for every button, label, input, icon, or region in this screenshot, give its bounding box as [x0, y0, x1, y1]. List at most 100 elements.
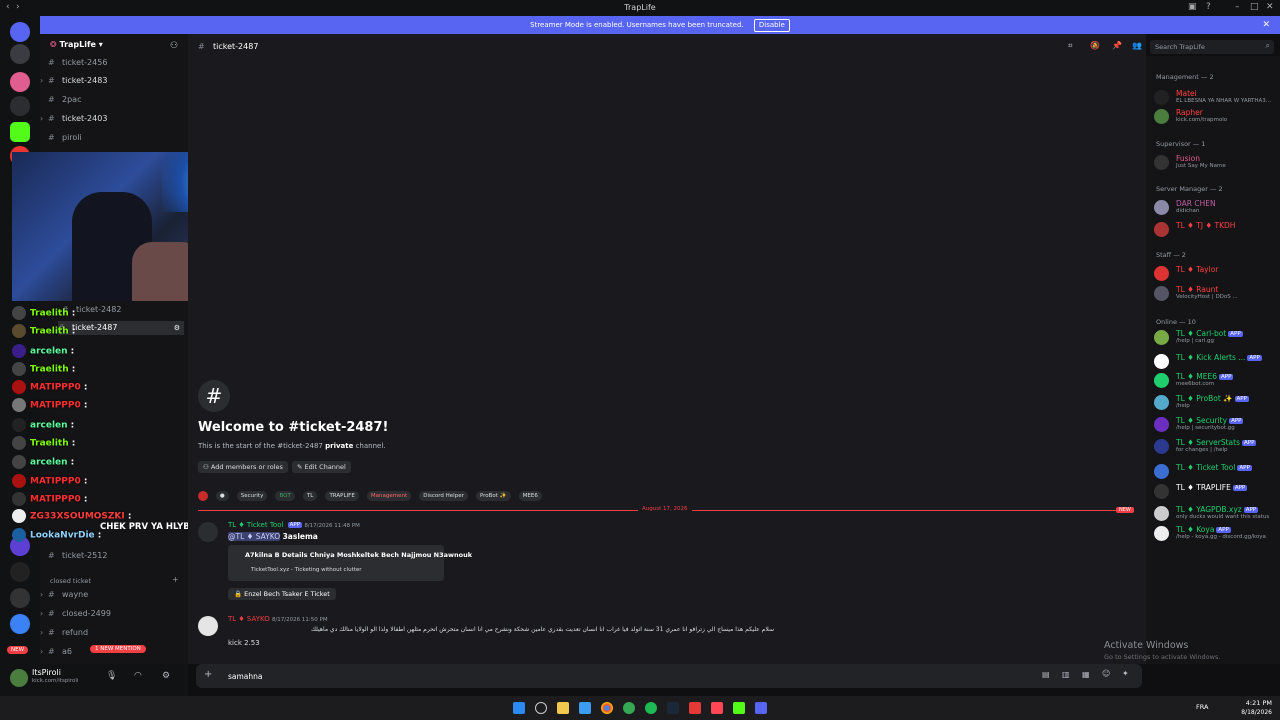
avatar[interactable] [1154, 330, 1169, 345]
back-icon[interactable]: ‹ [6, 2, 10, 12]
emoji-icon[interactable]: ☺ [1102, 669, 1110, 678]
browser-icon[interactable] [623, 702, 635, 714]
channel-item[interactable]: # ticket-2482 [62, 303, 197, 317]
close-ticket-button[interactable]: 🔒 Enzel Bech Tsaker E Ticket [228, 588, 336, 600]
role-pill[interactable]: Security [236, 491, 268, 501]
role-pill[interactable]: TL [302, 491, 318, 501]
search-input[interactable]: Search TrapLife [1155, 43, 1205, 51]
message-author[interactable]: TL ♦ Ticket Tool APP 8/17/2026 11:48 PM [228, 521, 360, 529]
clock-date[interactable]: 8/18/2026 [1236, 709, 1272, 716]
avatar[interactable] [1154, 109, 1169, 124]
role-pill[interactable]: ProBot ✨ [475, 491, 511, 501]
member-item[interactable]: TL ♦ Taylor [1154, 264, 1278, 282]
server-icon[interactable] [10, 562, 30, 582]
member-item[interactable]: TL ♦ Kick Alerts ... APP [1154, 352, 1278, 370]
member-item[interactable]: TL ♦ Security APP/help | securitybot.gg [1154, 415, 1278, 433]
help-icon[interactable]: ? [1206, 2, 1211, 12]
pin-icon[interactable]: 📌 [1112, 41, 1122, 50]
steam-icon[interactable] [667, 702, 679, 714]
channel-settings-icon[interactable]: ⚙ [174, 321, 180, 335]
avatar[interactable] [1154, 155, 1169, 170]
role-pill[interactable] [198, 491, 208, 501]
apps-icon[interactable]: ✦ [1122, 669, 1129, 678]
role-pill[interactable]: ● [215, 491, 229, 501]
channel-item[interactable]: # ticket-2512 [48, 549, 183, 563]
avatar[interactable] [1154, 354, 1169, 369]
settings-gear-icon[interactable]: ⚙ [162, 671, 170, 681]
channel-item[interactable]: # ticket-2456 [48, 56, 183, 70]
new-mention-badge[interactable]: 1 NEW MENTION [90, 645, 146, 653]
avatar[interactable] [1154, 506, 1169, 521]
member-item[interactable]: TL ♦ ProBot ✨ APP/help [1154, 393, 1278, 411]
disable-streamer-button[interactable]: Disable [753, 19, 790, 32]
kick-icon[interactable] [733, 702, 745, 714]
threads-icon[interactable]: ⌗ [1068, 41, 1073, 51]
attach-plus-icon[interactable]: + [204, 669, 212, 680]
channel-item[interactable]: # piroli [48, 131, 183, 145]
message-author[interactable]: TL ♦ SAYKO 8/17/2026 11:50 PM [228, 615, 328, 623]
minimize-icon[interactable]: – [1235, 2, 1240, 12]
file-explorer-icon[interactable] [557, 702, 569, 714]
server-icon[interactable] [10, 44, 30, 64]
role-pill[interactable]: BOT [275, 491, 295, 501]
add-members-button[interactable]: ⚇ Add members or roles [198, 461, 288, 473]
app-icon[interactable] [689, 702, 701, 714]
microphone-icon[interactable]: 🎙 [106, 671, 117, 681]
member-item[interactable]: TL ♦ Carl-bot APP/help | carl.gg [1154, 328, 1278, 346]
avatar[interactable] [1154, 526, 1169, 541]
close-banner-icon[interactable]: ✕ [1262, 16, 1270, 34]
gift-icon[interactable]: ▤ [1042, 670, 1050, 679]
role-pill[interactable]: TRAPLIFE [325, 491, 359, 501]
server-icon[interactable] [10, 588, 30, 608]
channel-item[interactable]: #closed-2499 [40, 607, 183, 621]
avatar[interactable] [1154, 286, 1169, 301]
server-icon[interactable] [10, 614, 30, 634]
member-item[interactable]: Fusion Just Say My Name [1154, 153, 1278, 171]
chrome-icon[interactable] [601, 702, 613, 714]
role-pill[interactable]: Management [366, 491, 412, 501]
avatar[interactable] [1154, 395, 1169, 410]
channel-item[interactable]: #ticket-2483 [40, 74, 183, 88]
member-item[interactable]: TL ♦ TJ ♦ TKDH [1154, 220, 1278, 238]
language-indicator[interactable]: FRA [1196, 703, 1208, 711]
avatar[interactable] [198, 616, 218, 636]
channel-item[interactable]: #wayne [40, 588, 183, 602]
member-item[interactable]: TL ♦ TRAPLIFE APP [1154, 482, 1278, 500]
kick-server-icon[interactable] [10, 122, 30, 142]
message-input[interactable]: samahna [228, 672, 263, 681]
taskbar-search-icon[interactable] [535, 702, 547, 714]
start-icon[interactable] [513, 702, 525, 714]
server-icon[interactable] [10, 96, 30, 116]
add-channel-icon[interactable]: + [172, 575, 179, 584]
channel-item[interactable]: #2pac [48, 93, 183, 107]
inbox-icon[interactable]: ▣ [1188, 2, 1197, 12]
category-closed-ticket[interactable]: closed ticket [50, 577, 91, 585]
avatar[interactable] [1154, 222, 1169, 237]
member-item[interactable]: DAR CHEN didichan [1154, 198, 1278, 216]
avatar[interactable] [198, 522, 218, 542]
member-item[interactable]: Matei EL LBESNA YA NHAR W YARTHA3... [1154, 88, 1278, 106]
edit-channel-button[interactable]: ✎ Edit Channel [292, 461, 351, 473]
spotify-icon[interactable] [645, 702, 657, 714]
member-item[interactable]: TL ♦ MEE6 APP mee6bot.com [1154, 371, 1278, 389]
discord-icon[interactable] [755, 702, 767, 714]
member-item[interactable]: Rapher kick.com/trapmolo [1154, 107, 1278, 125]
channel-item[interactable]: #refund [40, 626, 183, 640]
member-item[interactable]: TL ♦ YAGPDB.xyz APP only ducks would want … [1154, 504, 1278, 522]
member-list-icon[interactable]: 👥 [1132, 41, 1142, 50]
member-item[interactable]: TL ♦ ServerStats APP for changes | /help [1154, 437, 1278, 455]
store-icon[interactable] [579, 702, 591, 714]
search-box[interactable]: Search TrapLife ⌕ [1150, 40, 1274, 54]
app-icon[interactable] [711, 702, 723, 714]
server-name[interactable]: ❂ TrapLife ▾ [50, 40, 103, 49]
close-window-icon[interactable]: ✕ [1266, 2, 1274, 12]
member-item[interactable]: TL ♦ Ticket Tool APP [1154, 462, 1278, 480]
message-composer[interactable]: + samahna ▤ ▥ ▦ ☺ ✦ [196, 664, 1142, 688]
gif-icon[interactable]: ▥ [1062, 670, 1070, 679]
notification-icon[interactable]: 🔕 [1090, 41, 1100, 50]
role-pill[interactable]: MEE6 [518, 491, 542, 501]
avatar[interactable] [1154, 373, 1169, 388]
username[interactable]: ItsPiroli [32, 668, 61, 677]
channel-item[interactable]: #ticket-2403 [40, 112, 183, 126]
avatar[interactable] [10, 669, 28, 687]
